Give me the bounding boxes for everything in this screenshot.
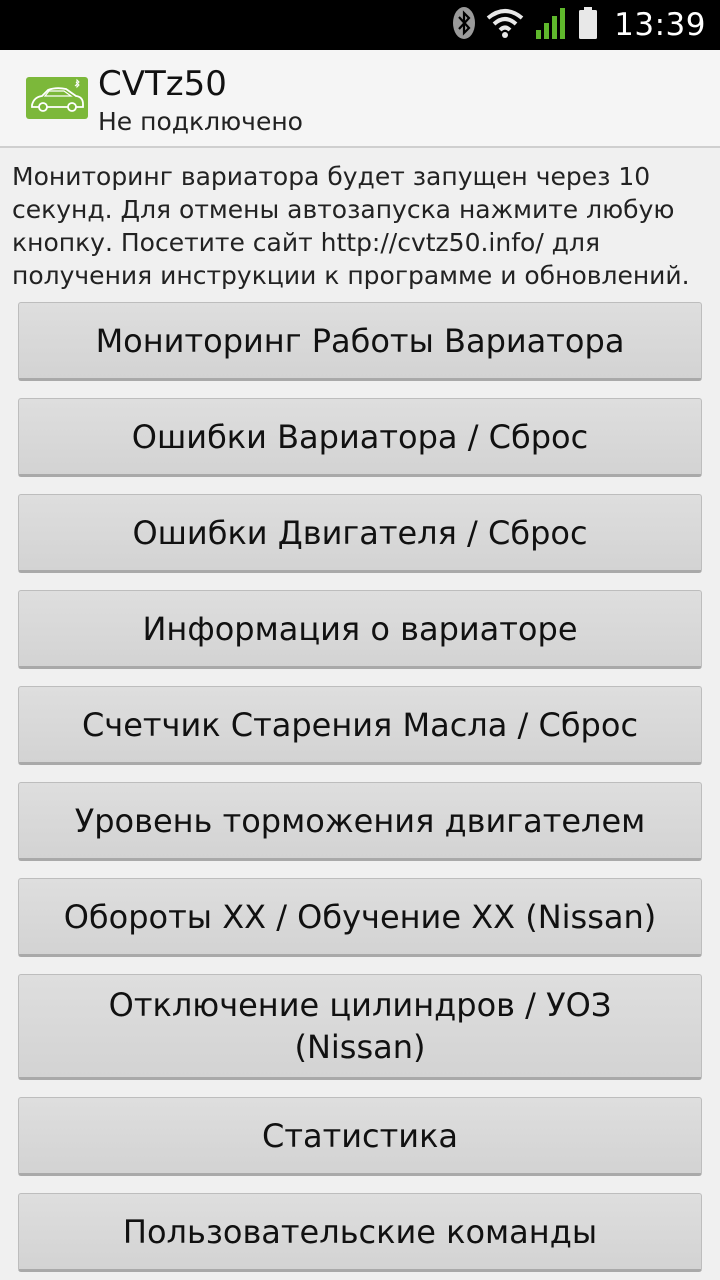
cylinder-cutoff-button[interactable]: Отключение цилиндров / УОЗ (Nissan) bbox=[18, 974, 702, 1080]
connection-status: Не подключено bbox=[98, 107, 303, 136]
app-title: CVTz50 bbox=[98, 64, 227, 104]
autostart-notice: Мониторинг вариатора будет запущен через… bbox=[12, 162, 690, 290]
status-bar: 13:39 bbox=[0, 0, 720, 50]
idle-rpm-learning-button[interactable]: Обороты XX / Обучение XX (Nissan) bbox=[18, 878, 702, 957]
cvt-errors-reset-button[interactable]: Ошибки Вариатора / Сброс bbox=[18, 398, 702, 477]
wifi-icon bbox=[486, 8, 524, 42]
cvt-info-button[interactable]: Информация о вариаторе bbox=[18, 590, 702, 669]
engine-braking-level-button[interactable]: Уровень торможения двигателем bbox=[18, 782, 702, 861]
custom-commands-button[interactable]: Пользовательские команды bbox=[18, 1193, 702, 1272]
monitoring-button[interactable]: Мониторинг Работы Вариатора bbox=[18, 302, 702, 381]
battery-icon bbox=[578, 6, 598, 44]
car-icon bbox=[26, 77, 88, 119]
signal-icon bbox=[534, 6, 568, 44]
action-bar: CVTz50 Не подключено bbox=[0, 50, 720, 148]
engine-errors-reset-button[interactable]: Ошибки Двигателя / Сброс bbox=[18, 494, 702, 573]
bluetooth-icon bbox=[452, 6, 476, 44]
status-clock: 13:39 bbox=[614, 7, 706, 43]
statistics-button[interactable]: Статистика bbox=[18, 1097, 702, 1176]
status-icons: 13:39 bbox=[452, 0, 706, 50]
oil-aging-counter-button[interactable]: Счетчик Старения Масла / Сброс bbox=[18, 686, 702, 765]
